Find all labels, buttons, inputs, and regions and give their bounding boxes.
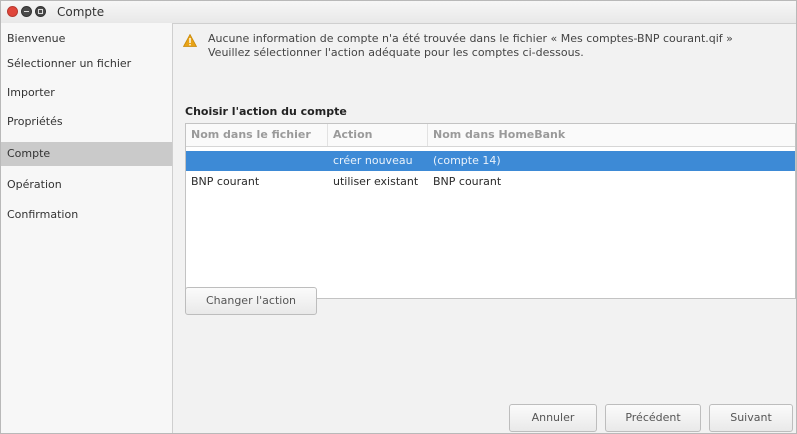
account-table[interactable]: Nom dans le fichier Action Nom dans Home… — [185, 123, 796, 299]
cell-homebank-name: BNP courant — [433, 175, 502, 188]
column-header-file-name[interactable]: Nom dans le fichier — [186, 124, 328, 146]
warning-message: Aucune information de compte n'a été tro… — [208, 32, 797, 60]
sidebar-item-operation[interactable]: Opération — [1, 173, 172, 197]
table-header: Nom dans le fichier Action Nom dans Home… — [186, 124, 795, 147]
assistant-window: Compte Bienvenue Sélectionner un fichier… — [0, 0, 797, 434]
title-bar[interactable]: Compte — [1, 1, 796, 24]
sidebar-item-select-file[interactable]: Sélectionner un fichier — [1, 52, 172, 76]
cell-action: créer nouveau — [333, 154, 413, 167]
previous-button[interactable]: Précédent — [605, 404, 701, 432]
column-header-homebank-name[interactable]: Nom dans HomeBank — [428, 124, 795, 146]
cell-homebank-name: (compte 14) — [433, 154, 501, 167]
warning-icon — [182, 33, 198, 50]
maximize-window-button[interactable] — [35, 6, 46, 17]
close-window-button[interactable] — [7, 6, 18, 17]
column-header-action[interactable]: Action — [328, 124, 428, 146]
cancel-button[interactable]: Annuler — [509, 404, 597, 432]
sidebar-item-properties[interactable]: Propriétés — [1, 110, 172, 134]
cell-action: utiliser existant — [333, 175, 419, 188]
sidebar-item-confirmation[interactable]: Confirmation — [1, 203, 172, 227]
warning-line-2: Veuillez sélectionner l'action adéquate … — [208, 46, 584, 59]
sidebar-item-import[interactable]: Importer — [1, 81, 172, 105]
window-title: Compte — [57, 5, 105, 19]
warning-line-1: Aucune information de compte n'a été tro… — [208, 32, 733, 45]
steps-sidebar: Bienvenue Sélectionner un fichier Import… — [1, 23, 173, 433]
next-button[interactable]: Suivant — [709, 404, 793, 432]
table-row[interactable]: BNP courant utiliser existant BNP couran… — [186, 172, 795, 192]
sidebar-item-account[interactable]: Compte — [1, 142, 172, 166]
section-title: Choisir l'action du compte — [185, 105, 347, 118]
sidebar-item-bienvenue[interactable]: Bienvenue — [1, 27, 172, 51]
cell-file-name: BNP courant — [191, 175, 260, 188]
cell-file-name — [186, 151, 328, 171]
change-action-button[interactable]: Changer l'action — [185, 287, 317, 315]
main-content: Aucune information de compte n'a été tro… — [173, 23, 796, 433]
minimize-window-button[interactable] — [21, 6, 32, 17]
table-row[interactable]: créer nouveau (compte 14) — [186, 151, 795, 171]
